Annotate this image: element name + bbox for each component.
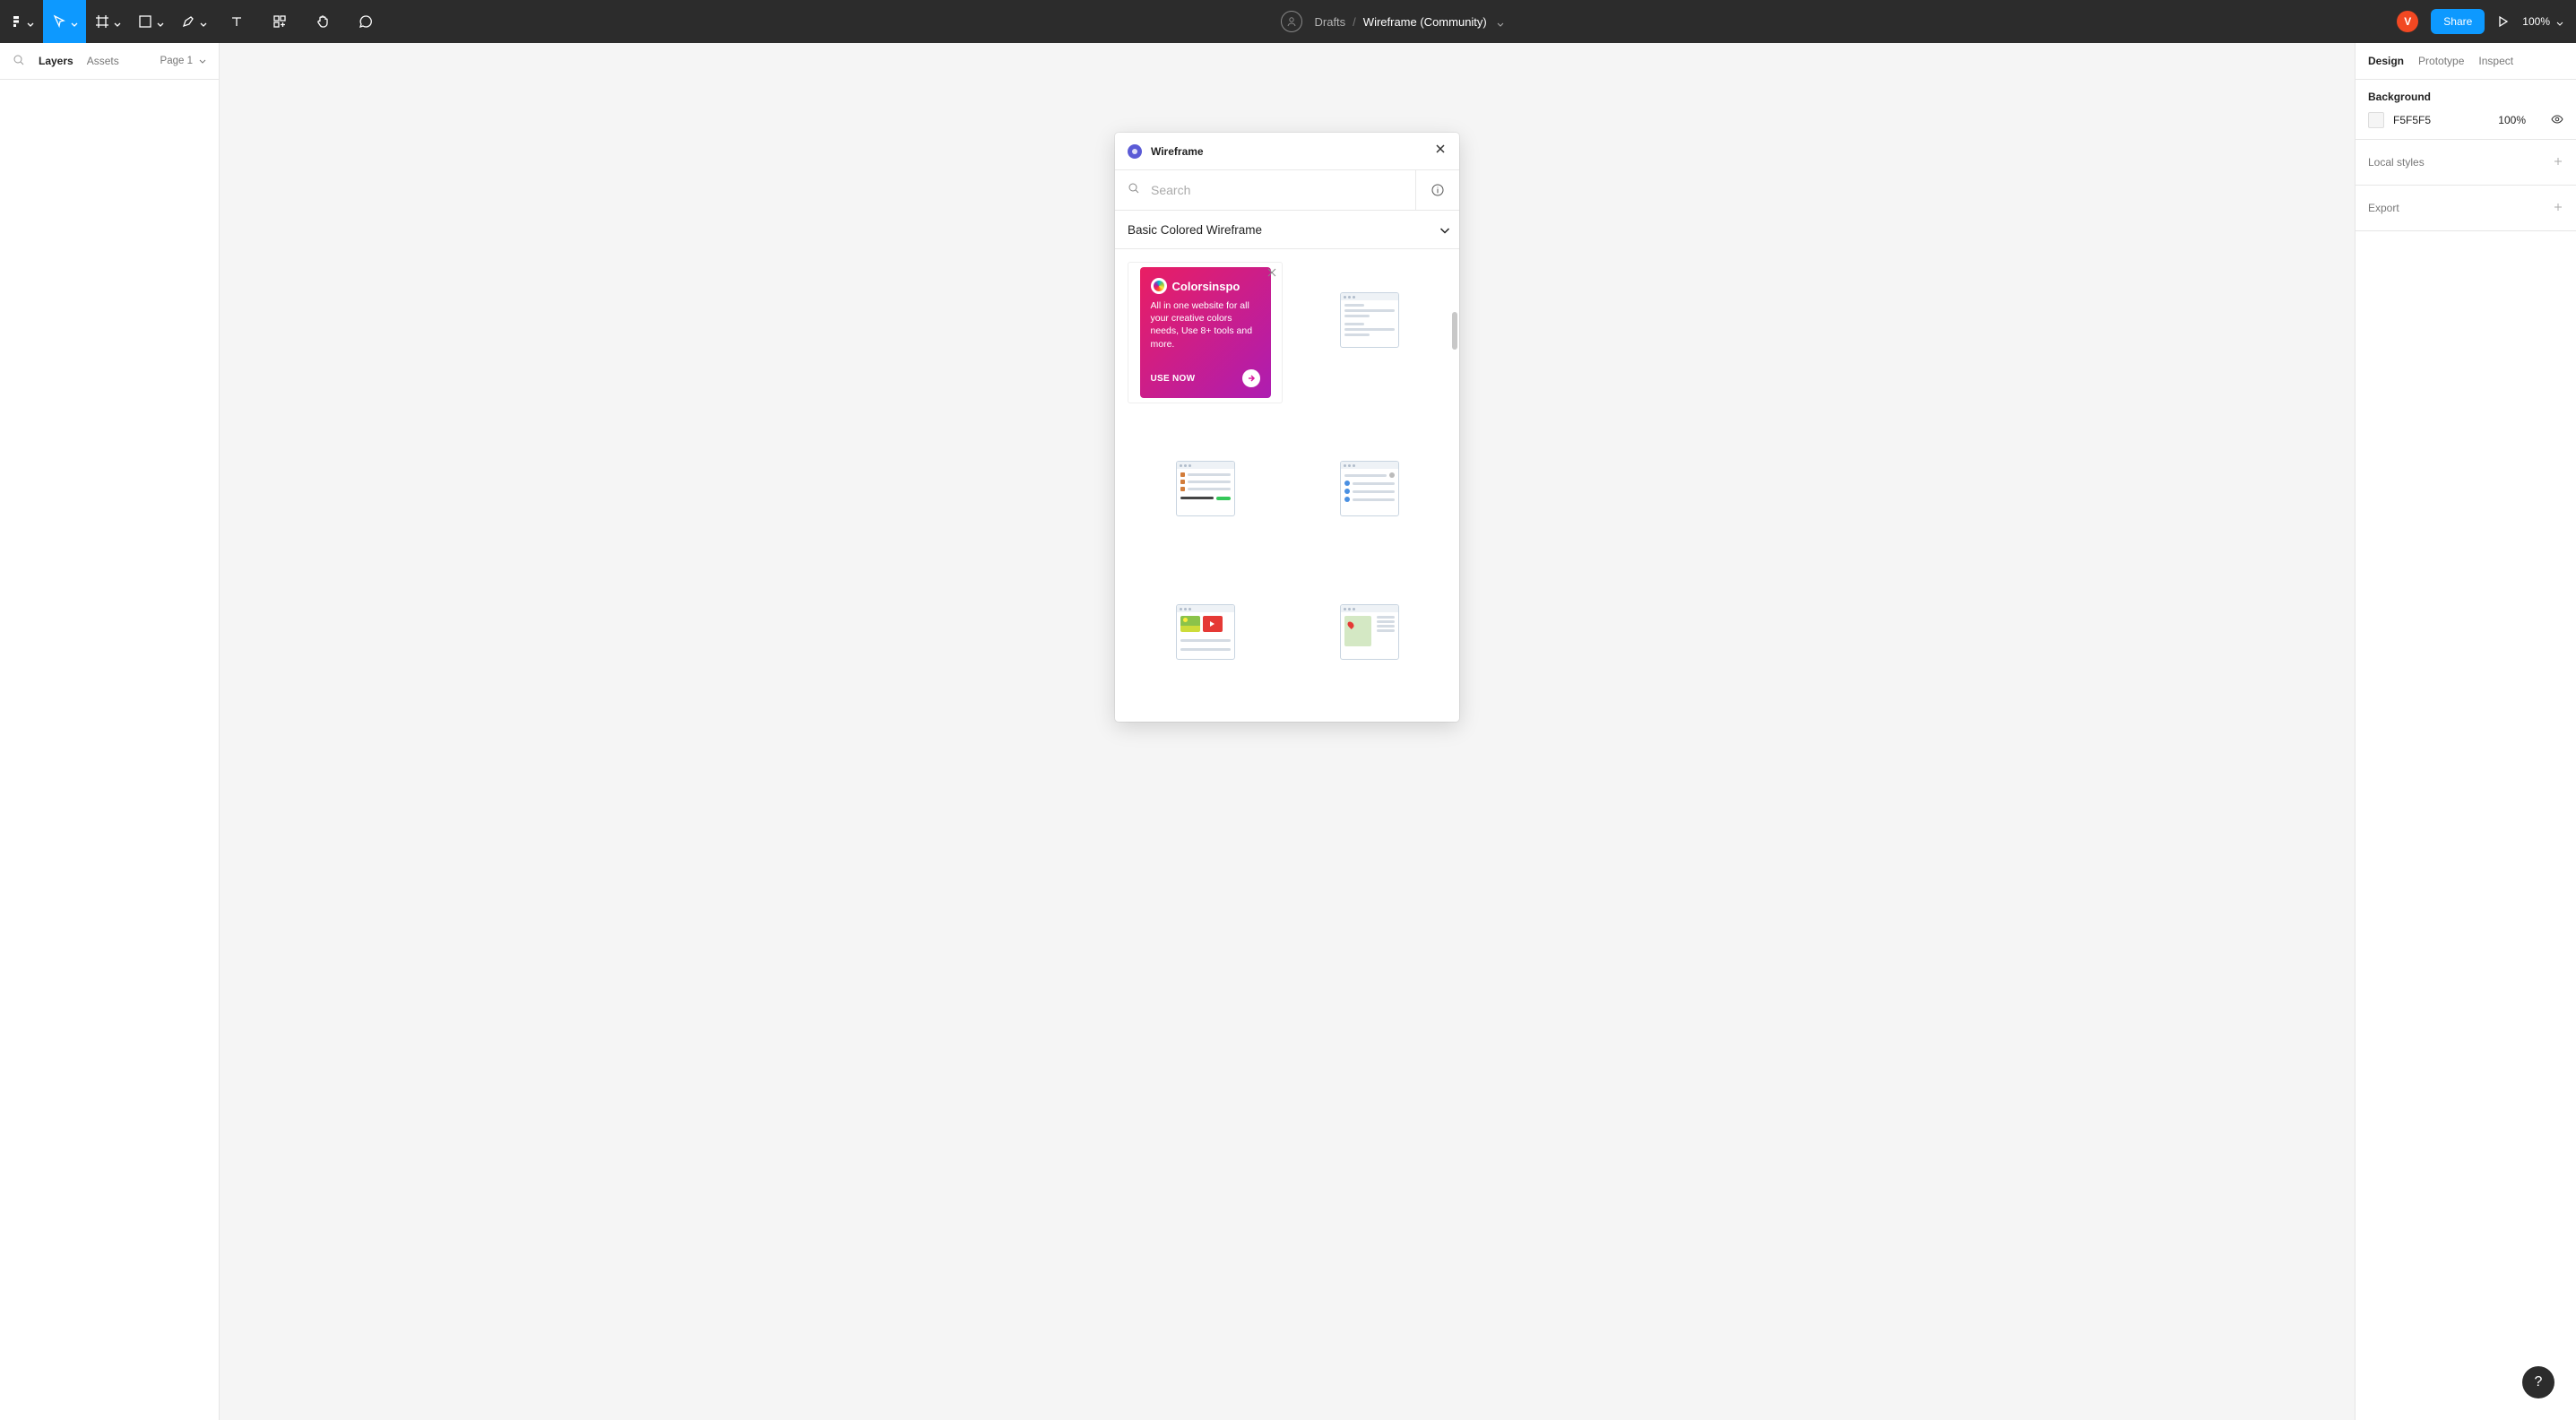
owner-avatar-icon[interactable] [1281,11,1302,32]
tab-assets[interactable]: Assets [87,55,119,67]
chevron-down-icon [114,18,121,25]
user-initial: V [2404,15,2411,28]
pen-tool-button[interactable] [172,0,215,43]
comment-tool-button[interactable] [344,0,387,43]
right-panel: Design Prototype Inspect Background F5F5… [2355,43,2576,1420]
promo-close-icon[interactable] [1265,265,1279,280]
scrollbar-thumb[interactable] [1452,312,1457,350]
text-tool-button[interactable] [215,0,258,43]
chevron-down-icon [157,18,164,25]
chevron-down-icon [71,18,78,25]
tab-inspect[interactable]: Inspect [2478,55,2513,67]
library-title: Wireframe [1151,145,1204,158]
component-hero[interactable] [1292,717,1447,722]
left-panel-tabs: Layers Assets [13,54,119,69]
search-icon [1128,182,1140,199]
promo-brand: Colorsinspo [1172,280,1240,293]
library-logo-icon [1128,144,1142,159]
promo-card[interactable]: Colorsinspo All in one website for all y… [1128,262,1283,403]
library-search-row [1115,170,1459,211]
left-panel: Layers Assets Page 1 [0,43,220,1420]
help-button[interactable]: ? [2522,1366,2554,1398]
canvas[interactable]: Wireframe Basic Colored Wireframe [220,43,2355,1420]
close-button[interactable] [1434,143,1447,160]
page-selector[interactable]: Page 1 [160,56,206,66]
chevron-down-icon[interactable] [1497,18,1504,25]
export-label: Export [2368,202,2399,214]
toolbar-right: V Share 100% [2397,0,2576,43]
background-row: F5F5F5 100% [2368,112,2563,128]
share-button[interactable]: Share [2431,9,2485,34]
tab-design[interactable]: Design [2368,55,2404,67]
library-grid[interactable]: Colorsinspo All in one website for all y… [1115,249,1459,722]
local-styles-label: Local styles [2368,156,2425,169]
component-map[interactable] [1292,574,1447,690]
right-panel-tabs: Design Prototype Inspect [2356,43,2576,80]
library-section-title: Basic Colored Wireframe [1128,223,1262,237]
chevron-down-icon [27,18,34,25]
chevron-down-icon [1439,226,1447,233]
toolbar-center: Drafts / Wireframe (Community) [1281,0,1504,43]
search-icon[interactable] [13,54,25,69]
visibility-toggle-icon[interactable] [2551,113,2563,128]
component-checklist[interactable] [1128,430,1283,547]
breadcrumb-root[interactable]: Drafts [1315,15,1346,29]
present-button[interactable] [2497,0,2510,43]
library-panel: Wireframe Basic Colored Wireframe [1115,133,1459,722]
background-hex[interactable]: F5F5F5 [2393,114,2447,126]
zoom-value: 100% [2522,15,2550,28]
library-header: Wireframe [1115,133,1459,170]
color-swatch[interactable] [2368,112,2384,128]
help-icon: ? [2535,1374,2543,1390]
library-section-header[interactable]: Basic Colored Wireframe [1115,211,1459,249]
arrow-right-icon [1242,369,1260,387]
promo-logo-icon [1151,278,1167,294]
library-info-button[interactable] [1415,170,1459,210]
toolbar-left [0,0,387,43]
library-grid-wrap: Colorsinspo All in one website for all y… [1115,249,1459,722]
hand-tool-button[interactable] [301,0,344,43]
main-area: Layers Assets Page 1 Wireframe [0,43,2576,1420]
library-search [1115,170,1415,210]
app-toolbar: Drafts / Wireframe (Community) V Share 1… [0,0,2576,43]
background-title: Background [2368,91,2563,103]
background-section: Background F5F5F5 100% [2356,80,2576,140]
component-modal[interactable] [1128,717,1283,722]
component-media[interactable] [1128,574,1283,690]
component-user-list[interactable] [1292,430,1447,547]
left-panel-header: Layers Assets Page 1 [0,43,219,80]
export-section: Export [2356,186,2576,231]
page-label: Page 1 [160,56,193,66]
breadcrumb: Drafts / Wireframe (Community) [1315,15,1504,29]
tab-prototype[interactable]: Prototype [2418,55,2464,67]
breadcrumb-separator: / [1353,15,1356,29]
add-style-button[interactable] [2553,155,2563,169]
breadcrumb-current[interactable]: Wireframe (Community) [1363,15,1487,29]
user-avatar[interactable]: V [2397,11,2418,32]
shape-tool-button[interactable] [129,0,172,43]
promo-body: All in one website for all your creative… [1151,299,1260,369]
add-export-button[interactable] [2553,201,2563,215]
tab-layers[interactable]: Layers [39,55,73,67]
chevron-down-icon [199,57,206,65]
component-text-page[interactable] [1292,262,1447,378]
resources-button[interactable] [258,0,301,43]
main-menu-button[interactable] [0,0,43,43]
library-search-input[interactable] [1149,182,1403,198]
frame-tool-button[interactable] [86,0,129,43]
chevron-down-icon [200,18,207,25]
chevron-down-icon [2556,18,2563,25]
background-opacity[interactable]: 100% [2498,114,2526,126]
move-tool-button[interactable] [43,0,86,43]
local-styles-section: Local styles [2356,140,2576,186]
zoom-control[interactable]: 100% [2522,15,2563,28]
promo-cta: USE NOW [1151,374,1196,384]
